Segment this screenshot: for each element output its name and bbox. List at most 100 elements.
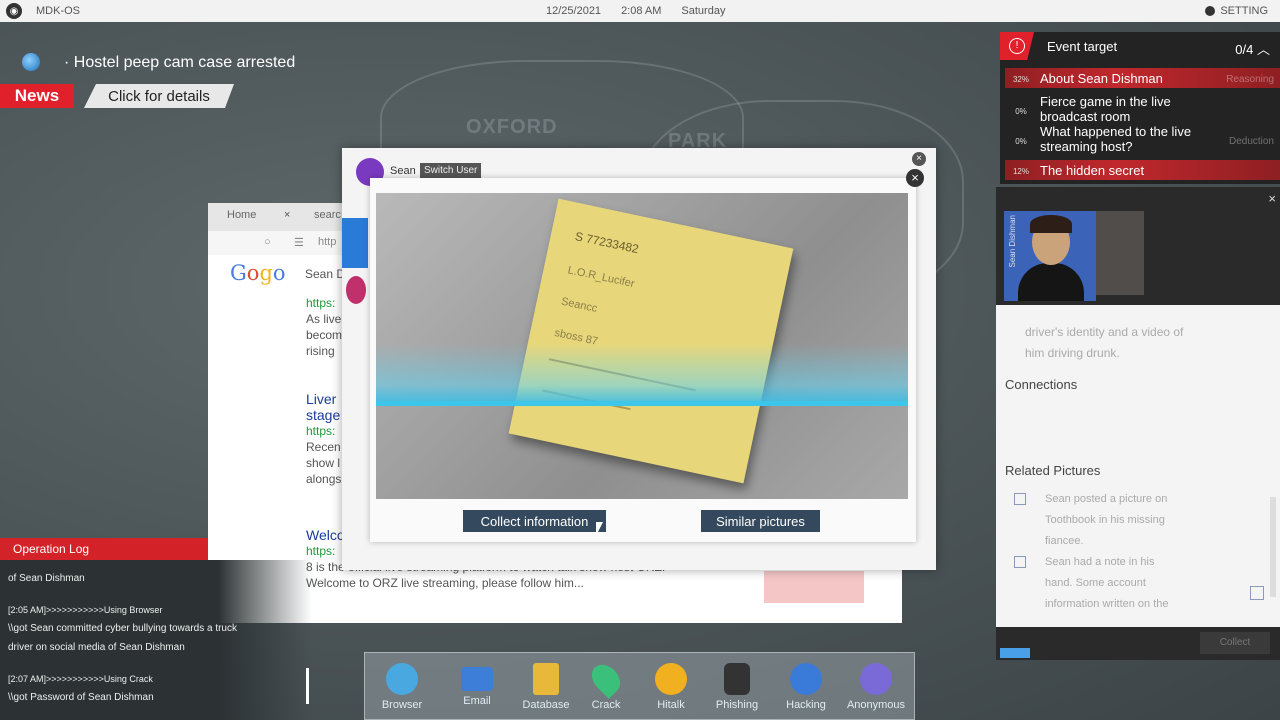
dock-label: Phishing bbox=[715, 699, 759, 711]
related-pictures-title: Related Pictures bbox=[1005, 463, 1101, 478]
dock-item-email[interactable]: Email bbox=[444, 663, 510, 707]
logo-letter: g bbox=[259, 261, 273, 285]
picture-icon[interactable] bbox=[1250, 586, 1264, 600]
log-line: \\got Password of Sean Dishman bbox=[8, 692, 154, 703]
event-target-header[interactable]: ! Event target 0/4 ︿ bbox=[1000, 32, 1280, 60]
event-item[interactable]: 0% Fierce game in the live broadcast roo… bbox=[1005, 94, 1280, 124]
switch-user-button[interactable]: Switch User bbox=[420, 163, 482, 178]
event-target-count: 0/4 ︿ bbox=[1235, 39, 1270, 58]
picture-icon bbox=[1014, 556, 1026, 568]
similar-pictures-button[interactable]: Similar pictures bbox=[701, 510, 820, 532]
profile-suit bbox=[1018, 263, 1084, 301]
dock-item-database[interactable]: Database bbox=[513, 663, 579, 711]
logo-letter: o bbox=[246, 261, 260, 285]
event-item-status: Reasoning bbox=[1226, 74, 1274, 85]
result-desc-line: becom bbox=[306, 328, 343, 342]
profile-name-vertical: Sean Dishman bbox=[1008, 215, 1017, 268]
chevron-up-icon[interactable]: ︿ bbox=[1257, 42, 1270, 57]
setting-button[interactable]: SETTING bbox=[1205, 5, 1268, 17]
connections-title: Connections bbox=[1005, 377, 1078, 392]
event-count-text: 0/4 bbox=[1235, 42, 1254, 57]
event-progress: 0% bbox=[1015, 137, 1027, 146]
event-progress: 12% bbox=[1012, 167, 1029, 176]
system-clock: 12/25/2021 2:08 AM Saturday bbox=[546, 5, 725, 17]
sidebar-tab[interactable] bbox=[342, 218, 368, 268]
log-line: of Sean Dishman bbox=[8, 573, 85, 584]
scan-line bbox=[376, 401, 908, 406]
log-line: \\got Sean committed cyber bullying towa… bbox=[8, 623, 237, 634]
event-item-text: broadcast room bbox=[1040, 109, 1131, 124]
result-title[interactable]: stage bbox=[306, 407, 341, 423]
dock-label: Crack bbox=[591, 699, 621, 711]
weekday-text: Saturday bbox=[681, 5, 726, 17]
bio-line: him driving drunk. bbox=[1025, 346, 1120, 360]
news-headline[interactable]: · Hostel peep cam case arrested bbox=[64, 54, 295, 72]
search-result[interactable]: https: As live becom rising bbox=[306, 295, 342, 359]
event-item-text: Fierce game in the live bbox=[1040, 94, 1171, 109]
dock-item-browser[interactable]: Browser bbox=[369, 663, 435, 711]
event-target-panel: ! Event target 0/4 ︿ 32% About Sean Dish… bbox=[1000, 32, 1280, 184]
related-line: hand. Some account bbox=[1045, 577, 1146, 589]
note-photo: S 77233482 L.O.R_Lucifer Seancc sboss 87 bbox=[376, 193, 908, 499]
logo-letter: o bbox=[272, 261, 286, 285]
note-text: Seancc bbox=[560, 295, 599, 315]
sticky-note: S 77233482 L.O.R_Lucifer Seancc sboss 87 bbox=[508, 198, 794, 484]
follow-button[interactable] bbox=[764, 571, 864, 603]
os-logo-icon[interactable]: ◉ bbox=[6, 3, 22, 19]
dock-label: Anonymous bbox=[846, 699, 906, 711]
profile-photo[interactable]: Sean Dishman bbox=[1004, 211, 1096, 301]
close-icon[interactable]: × bbox=[912, 152, 926, 166]
event-item[interactable]: 12% The hidden secret bbox=[1005, 160, 1280, 180]
hacking-icon bbox=[790, 663, 822, 695]
event-progress: 32% bbox=[1012, 75, 1029, 84]
news-tag: News bbox=[0, 84, 74, 108]
dock-item-phishing[interactable]: Phishing bbox=[704, 663, 770, 711]
related-line: information written on the bbox=[1045, 598, 1169, 610]
event-item[interactable]: 32% About Sean Dishman Reasoning bbox=[1005, 68, 1280, 88]
news-headline-text: Hostel peep cam case arrested bbox=[73, 54, 296, 71]
globe-icon bbox=[386, 663, 418, 695]
news-details-button[interactable]: Click for details bbox=[84, 84, 234, 108]
date-text: 12/25/2021 bbox=[546, 5, 602, 17]
result-desc-line: Welcome to ORZ live streaming, please fo… bbox=[306, 576, 584, 590]
event-item-text: About Sean Dishman bbox=[1040, 71, 1163, 86]
profile-scrollbar[interactable] bbox=[1270, 497, 1276, 597]
dock-item-crack[interactable]: Crack bbox=[573, 659, 639, 711]
event-progress: 0% bbox=[1015, 107, 1027, 116]
picture-icon bbox=[1014, 493, 1026, 505]
dialog-user-name: Sean bbox=[390, 165, 416, 177]
result-url[interactable]: https: bbox=[306, 423, 341, 439]
secondary-photo[interactable] bbox=[1096, 211, 1144, 295]
operation-log: of Sean Dishman [2:05 AM]>>>>>>>>>>>Usin… bbox=[0, 560, 312, 720]
dock-item-hacking[interactable]: Hacking bbox=[773, 663, 839, 711]
dock-item-anonymous[interactable]: Anonymous bbox=[843, 663, 909, 711]
result-url[interactable]: https: bbox=[306, 295, 342, 311]
result-desc-line: As live bbox=[306, 312, 342, 326]
scan-band bbox=[376, 343, 908, 403]
related-line: Sean posted a picture on bbox=[1045, 493, 1168, 505]
dock-item-hitalk[interactable]: Hitalk bbox=[638, 663, 704, 711]
viewer-close-icon[interactable]: × bbox=[906, 169, 924, 187]
tab-close-icon[interactable]: × bbox=[284, 209, 290, 221]
result-desc-line: Recen bbox=[306, 440, 341, 454]
refresh-icon[interactable]: ○ bbox=[264, 236, 271, 248]
collect-button[interactable]: Collect bbox=[1200, 632, 1270, 654]
related-picture-item[interactable]: Sean had a note in his hand. Some accoun… bbox=[1014, 552, 1177, 615]
event-item[interactable]: 0% What happened to the live streaming h… bbox=[1005, 124, 1280, 154]
tab-home[interactable]: Home bbox=[227, 209, 256, 221]
address-text: http bbox=[318, 236, 337, 248]
close-icon[interactable]: × bbox=[1268, 191, 1276, 206]
collect-information-button[interactable]: Collect information bbox=[463, 510, 606, 532]
related-picture-item[interactable]: Sean posted a picture on Toothbook in hi… bbox=[1014, 489, 1177, 552]
menu-icon[interactable]: ☰ bbox=[294, 236, 304, 249]
search-result[interactable]: Liver stage https: Recen show l alongs bbox=[306, 391, 341, 487]
result-title[interactable]: Liver bbox=[306, 391, 341, 407]
mouse-cursor-icon bbox=[596, 522, 603, 536]
note-text: S 77233482 bbox=[573, 229, 640, 257]
log-scroll-handle[interactable] bbox=[306, 668, 309, 704]
tab-search[interactable]: searc bbox=[314, 209, 341, 221]
log-line: [2:07 AM]>>>>>>>>>>>Using Crack bbox=[8, 674, 153, 684]
setting-label: SETTING bbox=[1220, 5, 1268, 17]
result-desc-line: rising bbox=[306, 344, 335, 358]
profile-hair bbox=[1030, 215, 1072, 233]
